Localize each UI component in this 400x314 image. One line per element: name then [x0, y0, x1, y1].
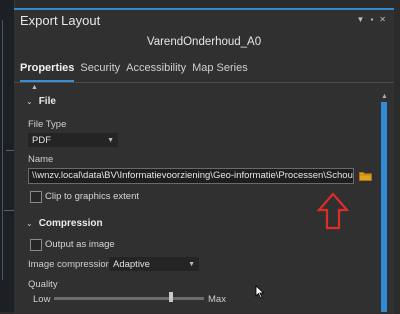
image-compression-value: Adaptive — [113, 259, 150, 270]
map-line — [2, 20, 3, 280]
chevron-down-icon: ⌄ — [26, 97, 33, 106]
map-line — [4, 210, 14, 211]
close-icon[interactable]: ✕ — [379, 15, 386, 24]
tab-security[interactable]: Security — [80, 62, 120, 82]
pane-options-icon[interactable]: ▼ — [357, 15, 365, 24]
name-field[interactable]: \\wnzv.local\data\BV\Informatievoorzieni… — [28, 168, 354, 184]
pane-controls: ▼ ▪ ✕ — [357, 15, 386, 24]
tab-properties[interactable]: Properties — [20, 62, 75, 82]
section-file-label: File — [38, 96, 56, 107]
file-type-value: PDF — [32, 135, 51, 146]
section-file-header[interactable]: ⌄ File — [26, 96, 56, 107]
file-type-select[interactable]: PDF ▼ — [28, 133, 118, 147]
tab-accessibility[interactable]: Accessibility — [126, 62, 186, 82]
quality-high-label: Max — [208, 294, 226, 305]
chevron-down-icon: ▼ — [107, 137, 114, 144]
quality-low-label: Low — [33, 294, 51, 305]
name-label: Name — [28, 154, 54, 165]
mouse-cursor-icon — [255, 285, 265, 299]
tab-divider — [14, 82, 394, 83]
folder-icon[interactable] — [359, 171, 372, 181]
collapse-up-icon[interactable]: ▲ — [31, 84, 38, 91]
annotation-arrow-icon — [316, 192, 350, 230]
clip-to-graphics-label: Clip to graphics extent — [45, 191, 139, 202]
map-line — [6, 150, 14, 151]
chevron-down-icon: ▼ — [188, 261, 195, 268]
quality-slider-track[interactable] — [54, 297, 204, 300]
layout-name: VarendOnderhoud_A0 — [146, 36, 262, 48]
chevron-down-icon: ⌄ — [26, 219, 33, 228]
pin-icon[interactable]: ▪ — [370, 15, 373, 24]
map-view-edge — [0, 0, 15, 312]
file-type-label: File Type — [28, 119, 67, 130]
vertical-scrollbar[interactable] — [381, 102, 387, 312]
output-as-image-checkbox[interactable] — [30, 239, 42, 251]
image-compression-select[interactable]: Adaptive ▼ — [109, 257, 199, 271]
clip-to-graphics-checkbox[interactable] — [30, 191, 42, 203]
section-compression-header[interactable]: ⌄ Compression — [26, 218, 103, 229]
output-as-image-label: Output as image — [45, 239, 115, 250]
tab-map-series[interactable]: Map Series — [192, 62, 248, 82]
scroll-up-icon[interactable]: ▲ — [381, 93, 388, 100]
image-compression-label: Image compression — [28, 259, 111, 270]
section-compression-label: Compression — [38, 218, 103, 229]
tab-bar: Properties Security Accessibility Map Se… — [14, 62, 394, 82]
pane-header: Export Layout ▼ ▪ ✕ — [14, 10, 394, 32]
pane-title: Export Layout — [20, 13, 101, 28]
quality-slider-thumb[interactable] — [169, 292, 173, 302]
quality-label: Quality — [28, 279, 58, 290]
